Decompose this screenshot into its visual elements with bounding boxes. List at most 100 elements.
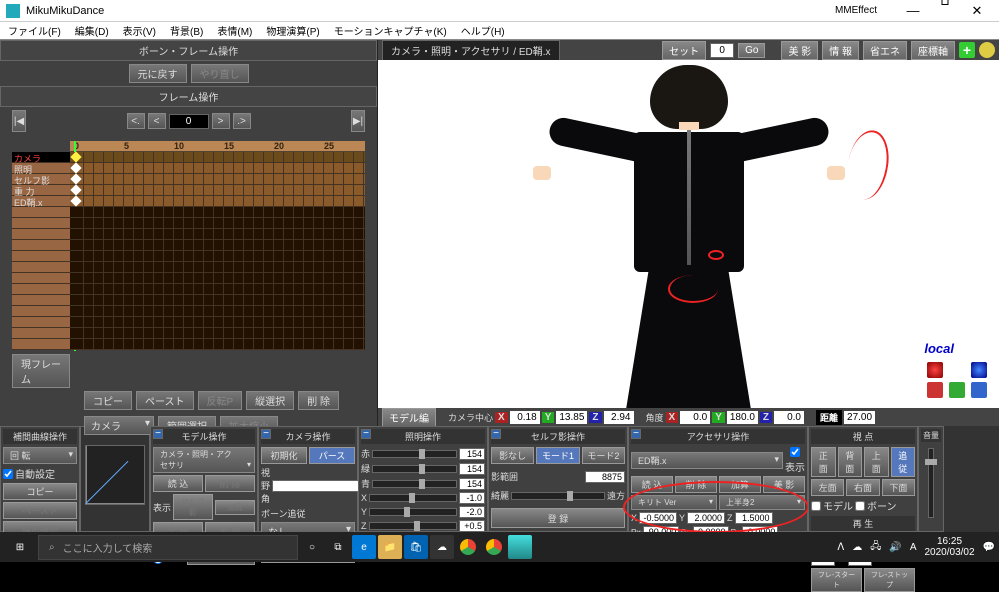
self-reg[interactable]: 登 録 <box>491 508 625 528</box>
light-b[interactable] <box>459 478 485 490</box>
ang-y[interactable]: 180.0 <box>727 411 758 424</box>
auto-check[interactable]: 自動設定 <box>3 466 55 481</box>
acc-add[interactable]: 加算 <box>719 476 761 493</box>
shadow-slider[interactable] <box>511 492 605 500</box>
minimize-button[interactable]: — <box>897 0 929 22</box>
gizmo-row-trans[interactable] <box>927 382 987 398</box>
acc-del[interactable]: 削 除 <box>675 476 717 493</box>
gizmo-tx-icon[interactable] <box>927 382 943 398</box>
gizmo-z-icon[interactable] <box>971 362 987 378</box>
tray-cloud-icon[interactable]: ☁ <box>852 542 862 553</box>
ang-z[interactable]: 0.0 <box>774 411 804 424</box>
tray[interactable]: ᐱ ☁ 🖧 🔊 A 16:252020/03/02 💬 <box>837 536 995 558</box>
beauty-button[interactable]: 美 影 <box>781 41 818 60</box>
interp-rot-drop[interactable]: 回 転 <box>3 447 77 464</box>
delete-button[interactable]: 削 除 <box>298 391 339 410</box>
minimize-icon[interactable]: − <box>153 429 163 439</box>
3d-viewport[interactable]: local <box>378 60 999 408</box>
interp-curve[interactable] <box>80 426 150 532</box>
info-button[interactable]: 情 報 <box>822 41 859 60</box>
vselect-button[interactable]: 縦選択 <box>246 391 294 410</box>
chrome2-icon[interactable] <box>482 535 506 559</box>
close-button[interactable]: ✕ <box>961 0 993 22</box>
view-back[interactable]: 背面 <box>838 447 863 477</box>
acc-y[interactable] <box>687 512 725 524</box>
current-frame-button[interactable]: 現フレーム <box>12 354 70 388</box>
acc-shadow[interactable]: 美 影 <box>763 476 805 493</box>
keyframe-icon[interactable] <box>70 151 81 162</box>
gizmo-x-icon[interactable] <box>927 362 943 378</box>
chrome-icon[interactable] <box>456 535 480 559</box>
track-light[interactable]: 照明 <box>12 163 70 174</box>
tray-ime-icon[interactable]: A <box>910 542 917 553</box>
menu-file[interactable]: ファイル(F) <box>8 23 61 38</box>
view-bottom[interactable]: 下面 <box>882 479 915 496</box>
next-key-button[interactable]: .> <box>233 113 251 129</box>
menu-help[interactable]: ヘルプ(H) <box>461 23 505 38</box>
minimize-icon[interactable]: − <box>261 429 271 439</box>
tray-up-icon[interactable]: ᐱ <box>837 542 844 553</box>
search-box[interactable]: ⌕ ここに入力して検索 <box>38 535 298 560</box>
menu-physics[interactable]: 物理演算(P) <box>266 23 319 38</box>
menu-edit[interactable]: 編集(D) <box>75 23 109 38</box>
cam-init[interactable]: 初期化 <box>261 447 307 464</box>
menu-face[interactable]: 表情(M) <box>217 23 252 38</box>
gizmo-row-rot[interactable] <box>927 362 987 378</box>
keyframe-icon[interactable] <box>70 184 81 195</box>
gizmo-y-icon[interactable] <box>949 362 965 378</box>
menu-mocap[interactable]: モーションキャプチャ(K) <box>334 23 447 38</box>
view-right[interactable]: 右面 <box>846 479 879 496</box>
view-front[interactable]: 正面 <box>811 447 836 477</box>
view-top[interactable]: 上面 <box>864 447 889 477</box>
light-g[interactable] <box>459 463 485 475</box>
track-edsaya[interactable]: ED鞘.x <box>12 196 70 207</box>
tray-vol-icon[interactable]: 🔊 <box>889 542 901 553</box>
menu-bg[interactable]: 背景(B) <box>170 23 203 38</box>
set-num[interactable]: 0 <box>710 43 734 58</box>
mode1[interactable]: モード1 <box>536 447 579 464</box>
view-follow[interactable]: 追従 <box>891 447 916 477</box>
paste-button[interactable]: ペースト <box>136 391 194 410</box>
undo-button[interactable]: 元に戻す <box>129 64 187 83</box>
track-camera[interactable]: カメラ <box>12 152 70 163</box>
maximize-button[interactable] <box>929 0 961 22</box>
frame-number-input[interactable]: 0 <box>169 114 209 129</box>
prev-key-button[interactable]: <. <box>127 113 145 129</box>
explorer-icon[interactable]: 📁 <box>378 535 402 559</box>
copy-button[interactable]: コピー <box>84 391 132 410</box>
model-drop[interactable]: カメラ・照明・アクセサリ <box>153 447 255 473</box>
minimize-icon[interactable]: − <box>631 429 641 439</box>
shadow-range[interactable] <box>585 471 625 483</box>
mmd-icon[interactable] <box>508 535 532 559</box>
menu-view[interactable]: 表示(V) <box>123 23 156 38</box>
acc-model-drop[interactable]: キリト Ver <box>631 495 717 510</box>
gizmo-ty-icon[interactable] <box>949 382 965 398</box>
cam-y[interactable]: 13.85 <box>556 411 587 424</box>
cam-persp[interactable]: パース <box>309 447 355 464</box>
volume-slider[interactable] <box>928 448 934 518</box>
store-icon[interactable]: 🛍 <box>404 535 428 559</box>
keyframe-icon[interactable] <box>70 195 81 206</box>
track-dropdown[interactable]: カメラ <box>84 416 154 435</box>
acc-drop[interactable]: ED鞘.x <box>631 452 783 469</box>
model-del[interactable]: 削 除 <box>205 475 255 492</box>
light-x[interactable] <box>459 492 485 504</box>
magnify-icon[interactable] <box>979 42 995 58</box>
keyframe-icon[interactable] <box>70 173 81 184</box>
redo-button[interactable]: やり直し <box>191 64 249 83</box>
interp-copy[interactable]: コピー <box>3 483 77 500</box>
minimize-icon[interactable]: − <box>361 429 371 439</box>
eco-button[interactable]: 省エネ <box>863 41 907 60</box>
plus-icon[interactable] <box>959 42 975 58</box>
timeline[interactable]: カメラ 照明 セルフ影 重 力 ED鞘.x 0 5 10 15 20 25 <box>12 141 365 350</box>
minimize-icon[interactable]: − <box>491 429 501 439</box>
track-selfshadow[interactable]: セルフ影 <box>12 174 70 185</box>
taskview-icon[interactable]: ⧉ <box>326 535 350 559</box>
mme-label[interactable]: MMEffect <box>815 5 897 16</box>
cam-z[interactable]: 2.94 <box>604 411 634 424</box>
model-load[interactable]: 読 込 <box>153 475 203 492</box>
jump-start-button[interactable]: |◀ <box>12 110 26 132</box>
go-button[interactable]: Go <box>738 43 765 58</box>
notif-icon[interactable]: 💬 <box>983 542 995 553</box>
gizmo-tz-icon[interactable] <box>971 382 987 398</box>
